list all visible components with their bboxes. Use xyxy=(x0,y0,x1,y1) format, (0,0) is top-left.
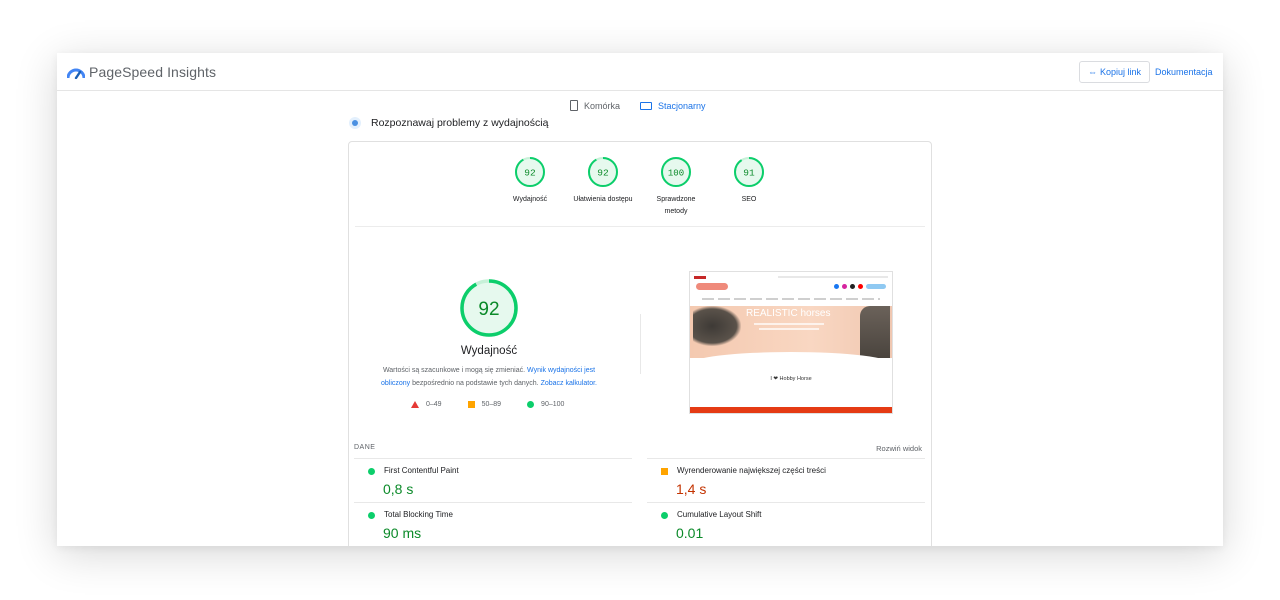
diagnose-heading: Rozpoznawaj problemy z wydajnością xyxy=(349,117,548,129)
gauge-best-practices-label: Sprawdzone metody xyxy=(656,196,696,215)
gauge-performance-value: 92 xyxy=(524,168,536,179)
diagnose-icon xyxy=(349,117,361,129)
thumb-cart xyxy=(866,284,886,289)
app-title: PageSpeed Insights xyxy=(89,64,217,80)
circle-icon xyxy=(527,401,535,408)
performance-title: Wydajność xyxy=(460,345,518,357)
docs-link[interactable]: Dokumentacja xyxy=(1155,67,1213,77)
status-good-icon xyxy=(368,468,375,475)
report-card: 92 Wydajność 92 Ułatwienia dostępu 100 S… xyxy=(348,141,932,546)
legend-average: 50–89 xyxy=(467,401,502,408)
gauge-accessibility-label: Ułatwienia dostępu xyxy=(573,196,633,203)
metric-cls-value: 0.01 xyxy=(676,525,704,541)
gauge-seo-label: SEO xyxy=(741,196,757,203)
divider xyxy=(355,226,925,227)
pagespeed-logo-icon xyxy=(67,68,85,79)
performance-description: Wartości są szacunkowe i mogą się zmieni… xyxy=(371,365,607,390)
gauge-seo-value: 91 xyxy=(743,168,755,179)
horse-image-left xyxy=(693,306,741,346)
metric-fcp: First Contentful Paint 0,8 s xyxy=(354,458,632,502)
thumb-hobby-text: I ❤ Hobby Horse xyxy=(770,376,812,382)
device-tabs: Komórka Stacjonarny xyxy=(570,100,706,111)
thumb-banner: REALISTIC horses xyxy=(690,306,892,358)
facebook-icon xyxy=(834,284,839,289)
tab-desktop[interactable]: Stacjonarny xyxy=(640,100,706,111)
score-legend: 0–49 50–89 90–100 xyxy=(411,401,564,408)
thumb-banner-line xyxy=(759,328,819,330)
performance-big-gauge: 92 xyxy=(460,279,518,337)
performance-big-score: 92 xyxy=(478,299,499,320)
tiktok-icon xyxy=(850,284,855,289)
status-average-icon xyxy=(661,468,668,475)
metric-cls-name: Cumulative Layout Shift xyxy=(677,510,762,519)
metric-cls: Cumulative Layout Shift 0.01 xyxy=(647,502,925,546)
gauge-best-practices[interactable]: 100 Sprawdzone metody xyxy=(641,156,711,218)
youtube-icon xyxy=(858,284,863,289)
gauge-best-practices-ring: 100 xyxy=(661,157,691,187)
tab-desktop-label: Stacjonarny xyxy=(658,100,706,111)
phone-icon xyxy=(570,100,578,111)
legend-good: 90–100 xyxy=(527,401,564,408)
expand-view-button[interactable]: Rozwiń widok xyxy=(876,444,922,453)
browser-window: PageSpeed Insights ⇔ Kopiuj link Dokumen… xyxy=(57,53,1223,546)
logo[interactable]: PageSpeed Insights xyxy=(67,64,216,80)
metric-fcp-name: First Contentful Paint xyxy=(384,466,459,475)
metric-lcp-name: Wyrenderowanie największej części treści xyxy=(677,466,826,475)
thumb-button xyxy=(696,283,728,290)
category-gauges: 92 Wydajność 92 Ułatwienia dostępu 100 S… xyxy=(349,156,931,226)
thumb-banner-line xyxy=(754,323,824,325)
tab-mobile-label: Komórka xyxy=(584,100,621,111)
triangle-icon xyxy=(411,401,419,408)
legend-good-label: 90–100 xyxy=(541,401,565,408)
thumb-footer xyxy=(690,407,892,413)
thumb-logo xyxy=(694,275,706,279)
thumb-topbar xyxy=(694,275,888,279)
metric-fcp-value: 0,8 s xyxy=(383,481,414,497)
gauge-performance-ring: 92 xyxy=(515,157,545,187)
legend-poor: 0–49 xyxy=(411,401,442,408)
diagnose-label: Rozpoznawaj problemy z wydajnością xyxy=(371,117,549,129)
thumb-banner-title: REALISTIC horses xyxy=(746,308,831,319)
status-good-icon xyxy=(368,512,375,519)
legend-average-label: 50–89 xyxy=(481,401,502,408)
metric-lcp-value: 1,4 s xyxy=(676,481,707,497)
square-icon xyxy=(467,401,475,408)
metrics-label: DANE xyxy=(354,444,376,451)
gauge-seo[interactable]: 91 SEO xyxy=(714,156,784,206)
metric-tbt-value: 90 ms xyxy=(383,525,422,541)
desktop-icon xyxy=(640,101,653,110)
horse-image-right xyxy=(860,306,890,358)
gauge-performance[interactable]: 92 Wydajność xyxy=(495,156,565,206)
status-good-icon xyxy=(661,512,668,519)
gauge-accessibility[interactable]: 92 Ułatwienia dostępu xyxy=(568,156,638,206)
desc-text-1: Wartości są szacunkowe i mogą się zmieni… xyxy=(382,367,526,374)
gauge-seo-ring: 91 xyxy=(734,157,764,187)
thumb-social xyxy=(834,284,886,289)
gauge-accessibility-ring: 92 xyxy=(588,157,618,187)
gauge-best-practices-value: 100 xyxy=(668,169,684,179)
link-icon: ⇔ xyxy=(1087,67,1097,77)
thumb-nav xyxy=(702,298,880,300)
copy-link-button[interactable]: ⇔ Kopiuj link xyxy=(1079,61,1150,83)
tab-mobile[interactable]: Komórka xyxy=(570,100,620,111)
desc-text-2: bezpośrednio na podstawie tych danych. xyxy=(412,379,539,387)
metric-tbt: Total Blocking Time 90 ms xyxy=(354,502,632,546)
calculator-link[interactable]: Zobacz kalkulator. xyxy=(541,380,597,387)
instagram-icon xyxy=(842,284,847,289)
legend-poor-label: 0–49 xyxy=(426,401,442,408)
top-bar: PageSpeed Insights ⇔ Kopiuj link Dokumen… xyxy=(57,53,1223,91)
copy-link-label: Kopiuj link xyxy=(1099,67,1142,77)
gauge-performance-label: Wydajność xyxy=(512,196,548,203)
thumb-links xyxy=(778,276,888,278)
metric-tbt-name: Total Blocking Time xyxy=(384,510,453,519)
page-screenshot: REALISTIC horses I ❤ Hobby Horse xyxy=(689,271,893,414)
vertical-divider xyxy=(640,314,641,374)
metric-lcp: Wyrenderowanie największej części treści… xyxy=(647,458,925,502)
gauge-accessibility-value: 92 xyxy=(597,168,609,179)
